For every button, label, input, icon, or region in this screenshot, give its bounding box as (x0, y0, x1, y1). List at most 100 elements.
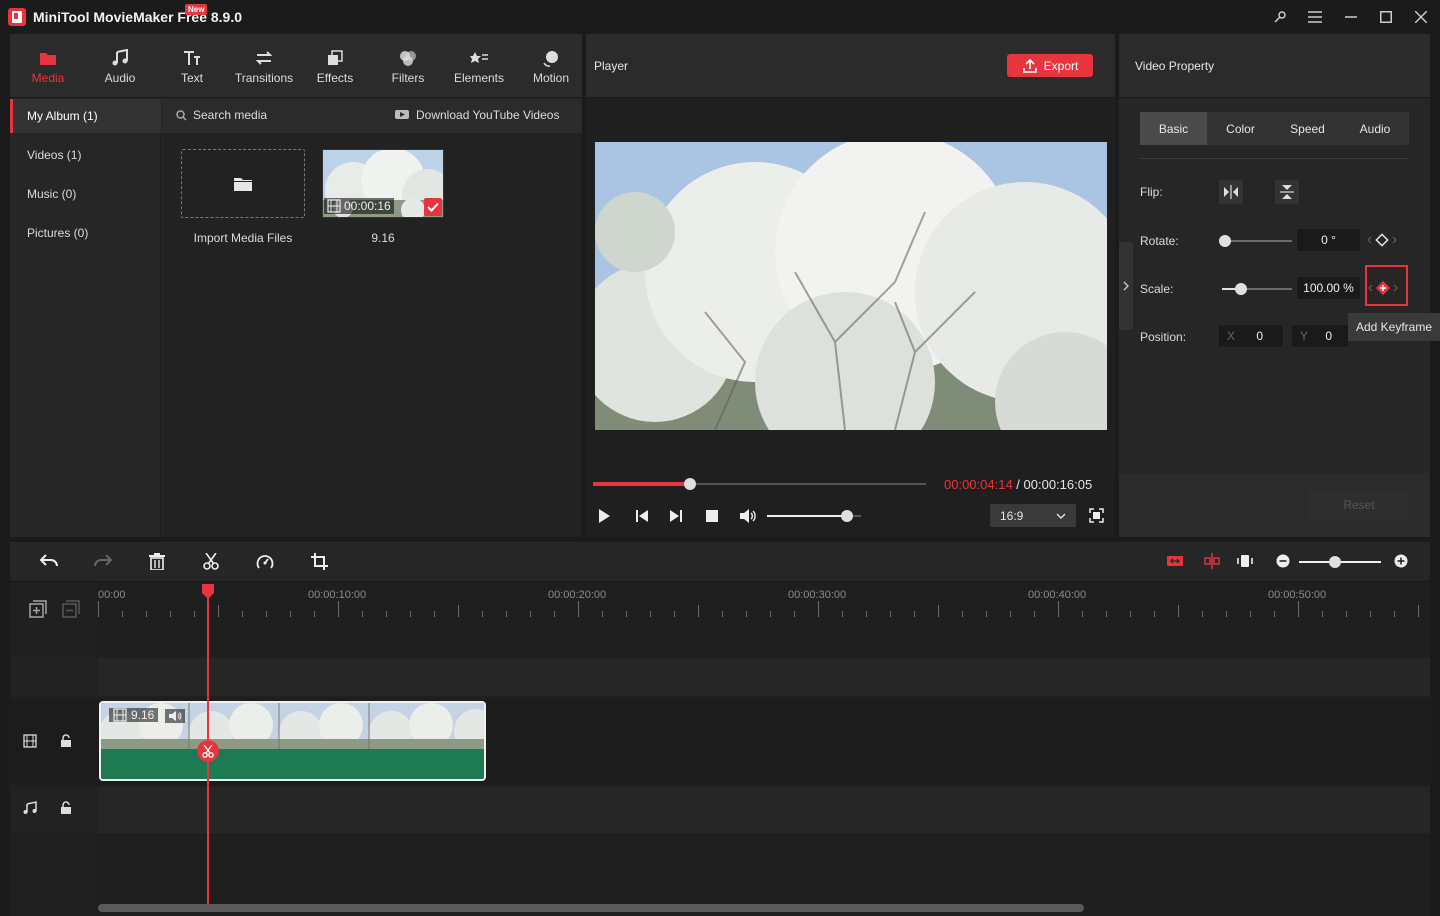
clip-label: 9.16 (131, 708, 155, 722)
audio-waveform-button[interactable] (1237, 553, 1253, 569)
app-title: MiniTool MovieMaker Free 8.9.0 (33, 9, 243, 25)
delete-button[interactable] (149, 553, 165, 570)
chevron-right-icon (1393, 284, 1398, 292)
zoom-out-button[interactable] (1276, 554, 1290, 568)
close-button[interactable] (1409, 6, 1433, 28)
split-marker-scissors-icon[interactable] (197, 740, 219, 762)
redo-button[interactable] (93, 553, 113, 569)
lock-icon[interactable] (60, 801, 72, 815)
split-button[interactable] (203, 553, 219, 570)
rotate-keyframe-control[interactable] (1367, 233, 1397, 247)
tab-speed[interactable]: Speed (1274, 112, 1341, 145)
reset-button[interactable]: Reset (1309, 490, 1409, 520)
position-y-field[interactable]: Y 0 (1292, 325, 1348, 347)
skip-back-icon (636, 510, 648, 522)
volume-icon (740, 509, 756, 523)
previous-frame-button[interactable] (634, 508, 650, 524)
album-item-pictures[interactable]: Pictures (0) (10, 216, 161, 250)
tab-audio[interactable]: Audio (1341, 112, 1409, 145)
export-button[interactable]: Export (1007, 54, 1093, 77)
playhead-handle[interactable] (202, 584, 214, 599)
playback-progress-handle[interactable] (683, 478, 696, 490)
rotate-slider-track[interactable] (1222, 240, 1292, 242)
album-item-videos[interactable]: Videos (1) (10, 138, 161, 172)
upload-icon (1022, 58, 1037, 73)
menu-icon[interactable] (1303, 6, 1327, 28)
crop-icon (311, 553, 328, 570)
speed-button[interactable] (256, 553, 274, 571)
rotate-slider-handle[interactable] (1219, 235, 1231, 247)
volume-slider-handle[interactable] (840, 510, 853, 522)
tool-text[interactable]: Text (156, 34, 228, 98)
audio-track-lane (10, 787, 1430, 833)
undo-button[interactable] (39, 553, 59, 569)
lock-icon[interactable] (60, 734, 72, 748)
zoom-slider-handle[interactable] (1329, 556, 1341, 568)
timeline-ruler[interactable] (98, 583, 1430, 623)
play-button[interactable] (597, 508, 611, 524)
clip-audio-strip (101, 749, 484, 779)
ruler-label: 00:00:20:00 (548, 589, 607, 601)
flip-horizontal-button[interactable] (1219, 180, 1243, 204)
collapse-panel-handle[interactable] (1119, 242, 1133, 330)
zoom-in-button[interactable] (1394, 554, 1408, 568)
tool-audio[interactable]: Audio (84, 34, 156, 98)
tab-basic[interactable]: Basic (1140, 112, 1207, 145)
aspect-ratio-select[interactable]: 16:9 (990, 504, 1076, 527)
position-x-value: 0 (1256, 329, 1263, 343)
music-note-icon (112, 47, 128, 69)
audio-track-icon (23, 801, 37, 815)
album-item-music[interactable]: Music (0) (10, 177, 161, 211)
export-label: Export (1043, 58, 1079, 73)
album-item-my-album[interactable]: My Album (1) (10, 99, 161, 133)
clip-volume-icon[interactable] (165, 709, 185, 723)
undo-icon (39, 554, 58, 567)
position-x-field[interactable]: X 0 (1219, 325, 1283, 347)
timeline-horizontal-scrollbar[interactable] (98, 904, 1084, 912)
crop-button[interactable] (311, 553, 328, 570)
effects-icon (327, 47, 343, 69)
scale-slider-handle[interactable] (1235, 283, 1247, 295)
tool-elements[interactable]: Elements (444, 34, 514, 98)
tool-motion[interactable]: Motion (516, 34, 586, 98)
key-icon[interactable] (1268, 6, 1292, 28)
stop-button[interactable] (705, 509, 719, 523)
tool-effects[interactable]: Effects (300, 34, 370, 98)
snap-button[interactable] (1203, 553, 1221, 569)
property-title: Video Property (1135, 59, 1215, 73)
aspect-ratio-value: 16:9 (1000, 508, 1024, 523)
add-keyframe-button[interactable] (1368, 281, 1398, 295)
track-header-overlay (10, 583, 98, 916)
fullscreen-button[interactable] (1089, 508, 1104, 523)
checkmark-icon[interactable] (424, 198, 442, 216)
film-icon (113, 708, 127, 722)
import-media-button[interactable] (181, 149, 305, 218)
play-icon (599, 509, 610, 523)
rotate-value-field[interactable]: 0 ° (1297, 229, 1360, 251)
download-youtube-button[interactable]: Download YouTube Videos (395, 108, 559, 122)
next-frame-button[interactable] (668, 508, 684, 524)
volume-button[interactable] (739, 508, 757, 524)
folder-icon (234, 177, 252, 191)
ruler-label: 00:00 (98, 589, 126, 601)
flip-vertical-button[interactable] (1275, 180, 1299, 204)
scale-value-field[interactable]: 100.00 % (1297, 277, 1360, 299)
tool-filters[interactable]: Filters (372, 34, 444, 98)
tab-color[interactable]: Color (1207, 112, 1274, 145)
ruler-label: 00:00:10:00 (308, 589, 367, 601)
search-input[interactable]: Search media (176, 108, 267, 122)
tool-media[interactable]: Media (12, 34, 84, 98)
fit-timeline-button[interactable] (1166, 553, 1184, 569)
tool-motion-label: Motion (532, 71, 570, 85)
divider (1140, 158, 1409, 159)
media-icon (39, 47, 57, 69)
tool-effects-label: Effects (316, 71, 354, 85)
tool-audio-label: Audio (104, 71, 136, 85)
skip-forward-icon (670, 510, 682, 522)
timeline-video-clip[interactable]: 9.16 (99, 701, 486, 781)
maximize-button[interactable] (1374, 6, 1398, 28)
minimize-button[interactable] (1339, 6, 1363, 28)
text-icon (183, 47, 201, 69)
waveform-icon (1237, 555, 1253, 567)
tool-transitions[interactable]: Transitions (228, 34, 300, 98)
